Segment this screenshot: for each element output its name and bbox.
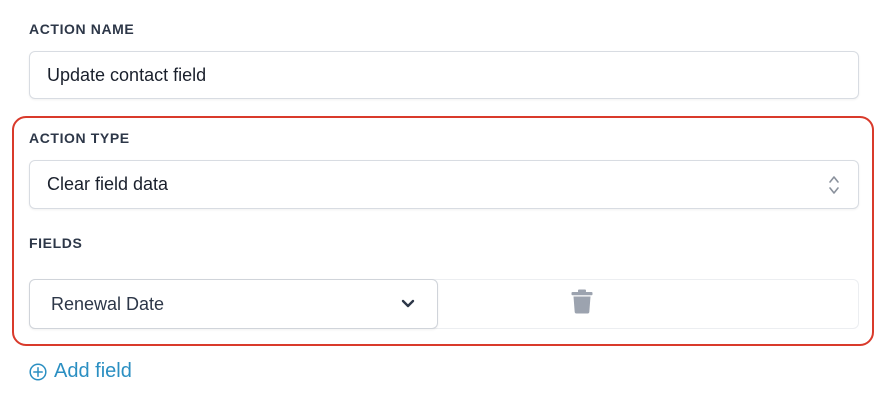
action-type-value: Clear field data — [47, 174, 169, 194]
field-select[interactable]: Renewal Date — [29, 279, 438, 329]
trash-icon[interactable] — [571, 289, 593, 314]
plus-circle-icon — [29, 362, 47, 381]
action-name-input[interactable]: Update contact field — [29, 51, 859, 99]
fields-label: FIELDS — [29, 235, 83, 251]
add-field-button[interactable]: Add field — [29, 360, 132, 383]
field-select-value: Renewal Date — [51, 293, 165, 314]
chevron-down-icon — [401, 299, 415, 308]
action-name-value: Update contact field — [47, 64, 207, 85]
action-type-label: ACTION TYPE — [29, 130, 130, 146]
action-type-select[interactable]: Clear field data — [29, 160, 859, 209]
chevron-up-down-icon — [829, 175, 839, 194]
add-field-label: Add field — [54, 360, 132, 382]
action-name-label: ACTION NAME — [29, 21, 135, 37]
